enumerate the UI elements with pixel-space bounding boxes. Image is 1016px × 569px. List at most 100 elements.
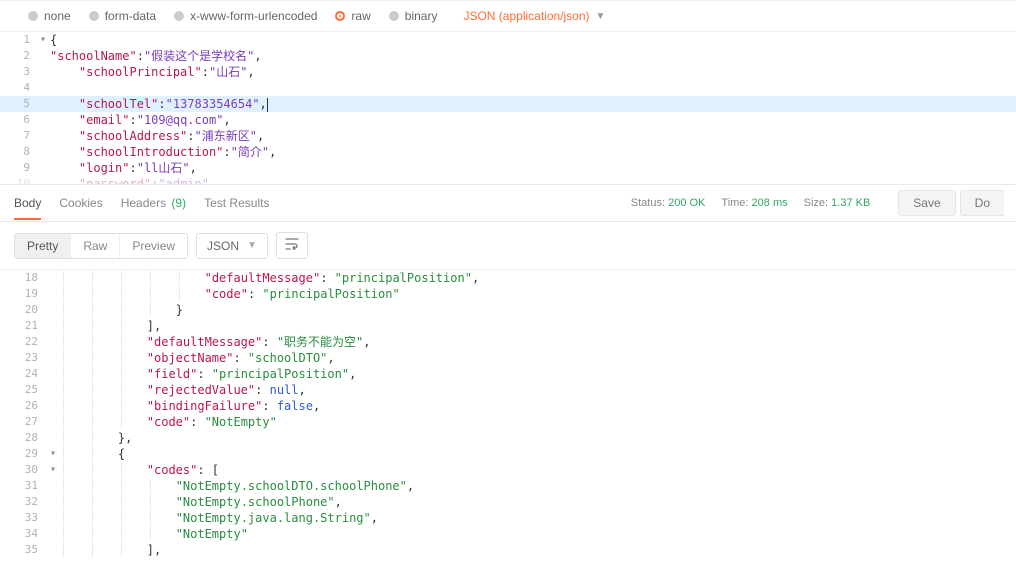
editor-line[interactable]: 29▾│ │ { bbox=[0, 446, 1016, 462]
request-body-editor[interactable]: 1▾{2"schoolName":"假装这个是学校名",3 "schoolPri… bbox=[0, 32, 1016, 184]
editor-line[interactable]: 18 │ │ │ │ │ "defaultMessage": "principal… bbox=[0, 270, 1016, 286]
editor-line[interactable]: 4 bbox=[0, 80, 1016, 96]
editor-line[interactable]: 23 │ │ │ "objectName": "schoolDTO", bbox=[0, 350, 1016, 366]
fold-icon[interactable]: ▾ bbox=[50, 462, 60, 478]
code-content: │ │ │ "objectName": "schoolDTO", bbox=[60, 350, 335, 366]
radio-label: binary bbox=[405, 9, 438, 23]
code-content: │ │ │ │ "NotEmpty.java.lang.String", bbox=[60, 510, 378, 526]
headers-count: (9) bbox=[171, 196, 186, 210]
response-toolbar: Pretty Raw Preview JSON ▼ bbox=[0, 222, 1016, 269]
editor-line[interactable]: 8 "schoolIntroduction":"简介", bbox=[0, 144, 1016, 160]
radio-dot-icon bbox=[335, 11, 345, 21]
line-number: 34 bbox=[0, 526, 50, 542]
editor-line[interactable]: 30▾│ │ │ "codes": [ bbox=[0, 462, 1016, 478]
radio-dot-icon bbox=[89, 11, 99, 21]
line-number: 10 bbox=[0, 176, 40, 184]
time-label: Time: bbox=[721, 197, 748, 209]
code-content: { bbox=[50, 32, 57, 48]
editor-line[interactable]: 32│ │ │ │ "NotEmpty.schoolPhone", bbox=[0, 494, 1016, 510]
tab-headers-label: Headers bbox=[121, 196, 166, 210]
response-body-viewer[interactable]: 18 │ │ │ │ │ "defaultMessage": "principal… bbox=[0, 269, 1016, 558]
content-type-dropdown[interactable]: JSON (application/json) ▼ bbox=[463, 9, 605, 23]
wrap-lines-button[interactable] bbox=[276, 232, 308, 259]
fold-icon[interactable]: ▾ bbox=[40, 32, 50, 48]
editor-line[interactable]: 20│ │ │ │ } bbox=[0, 302, 1016, 318]
line-number: 21 bbox=[0, 318, 50, 334]
code-content: "schoolPrincipal":"山石", bbox=[50, 64, 255, 80]
editor-line[interactable]: 27│ │ │ "code": "NotEmpty" bbox=[0, 414, 1016, 430]
status-value: 200 OK bbox=[668, 197, 705, 209]
tab-test-results[interactable]: Test Results bbox=[204, 186, 269, 220]
code-content: │ │ │ "defaultMessage": "职务不能为空", bbox=[60, 334, 371, 350]
editor-line[interactable]: 7 "schoolAddress":"浦东新区", bbox=[0, 128, 1016, 144]
code-content: │ │ { bbox=[60, 446, 125, 462]
line-number: 23 bbox=[0, 350, 50, 366]
download-response-button[interactable]: Do bbox=[960, 190, 1004, 216]
editor-line[interactable]: 3 "schoolPrincipal":"山石", bbox=[0, 64, 1016, 80]
code-content: │ │ │ "codes": [ bbox=[60, 462, 219, 478]
editor-line[interactable]: 34 │ │ │ │ "NotEmpty" bbox=[0, 526, 1016, 542]
tab-cookies[interactable]: Cookies bbox=[59, 186, 102, 220]
radio-label: form-data bbox=[105, 9, 156, 23]
body-type-urlencoded[interactable]: x-www-form-urlencoded bbox=[174, 9, 317, 23]
code-content: │ │ │ "bindingFailure": false, bbox=[60, 398, 320, 414]
line-number: 4 bbox=[0, 80, 40, 96]
body-type-raw[interactable]: raw bbox=[335, 9, 370, 23]
editor-line[interactable]: 26 │ │ │ "bindingFailure": false, bbox=[0, 398, 1016, 414]
editor-line[interactable]: 9 "login":"ll山石", bbox=[0, 160, 1016, 176]
line-number: 25 bbox=[0, 382, 50, 398]
body-type-binary[interactable]: binary bbox=[389, 9, 438, 23]
line-number: 26 bbox=[0, 398, 50, 414]
code-content: │ │ │ │ │ "defaultMessage": "principalPo… bbox=[60, 270, 479, 286]
view-preview[interactable]: Preview bbox=[120, 234, 187, 258]
code-content: │ │ │ │ } bbox=[60, 302, 183, 318]
line-number: 2 bbox=[0, 48, 40, 64]
code-content: │ │ │ ], bbox=[60, 318, 161, 334]
editor-line[interactable]: 21 │ │ │ ], bbox=[0, 318, 1016, 334]
response-view-mode: Pretty Raw Preview bbox=[14, 233, 188, 259]
time-field: Time: 208 ms bbox=[721, 197, 787, 209]
editor-line[interactable]: 35│ │ │ ], bbox=[0, 542, 1016, 558]
body-type-form-data[interactable]: form-data bbox=[89, 9, 156, 23]
line-number: 9 bbox=[0, 160, 40, 176]
editor-line[interactable]: 6 "email":"109@qq.com", bbox=[0, 112, 1016, 128]
code-content: │ │ }, bbox=[60, 430, 132, 446]
editor-line[interactable]: 28│ │ }, bbox=[0, 430, 1016, 446]
tab-headers[interactable]: Headers (9) bbox=[121, 186, 186, 220]
editor-line[interactable]: 22│ │ │ "defaultMessage": "职务不能为空", bbox=[0, 334, 1016, 350]
line-number: 18 bbox=[0, 270, 50, 286]
save-response-button[interactable]: Save bbox=[898, 190, 955, 216]
line-number: 32 bbox=[0, 494, 50, 510]
line-number: 3 bbox=[0, 64, 40, 80]
response-header-bar: Body Cookies Headers (9) Test Results St… bbox=[0, 184, 1016, 222]
request-body-type-bar: none form-data x-www-form-urlencoded raw… bbox=[0, 0, 1016, 32]
radio-label: none bbox=[44, 9, 71, 23]
view-raw[interactable]: Raw bbox=[71, 234, 120, 258]
format-label: JSON bbox=[207, 239, 239, 253]
view-pretty[interactable]: Pretty bbox=[15, 234, 71, 258]
code-content: │ │ │ │ "NotEmpty" bbox=[60, 526, 248, 542]
response-format-dropdown[interactable]: JSON ▼ bbox=[196, 233, 268, 259]
editor-line[interactable]: 24│ │ │ "field": "principalPosition", bbox=[0, 366, 1016, 382]
code-content: │ │ │ │ "NotEmpty.schoolDTO.schoolPhone"… bbox=[60, 478, 414, 494]
editor-line[interactable]: 33│ │ │ │ "NotEmpty.java.lang.String", bbox=[0, 510, 1016, 526]
fold-icon[interactable]: ▾ bbox=[50, 446, 60, 462]
radio-label: x-www-form-urlencoded bbox=[190, 9, 317, 23]
body-type-none[interactable]: none bbox=[28, 9, 71, 23]
editor-line[interactable]: 19│ │ │ │ │ "code": "principalPosition" bbox=[0, 286, 1016, 302]
wrap-lines-icon bbox=[285, 238, 299, 250]
tab-body[interactable]: Body bbox=[14, 186, 41, 220]
content-type-label: JSON (application/json) bbox=[463, 9, 589, 23]
code-content: │ │ │ "code": "NotEmpty" bbox=[60, 414, 277, 430]
editor-line[interactable]: 5 "schoolTel":"13783354654", bbox=[0, 96, 1016, 112]
radio-dot-icon bbox=[28, 11, 38, 21]
editor-line[interactable]: 25│ │ │ "rejectedValue": null, bbox=[0, 382, 1016, 398]
size-label: Size: bbox=[804, 197, 828, 209]
editor-line[interactable]: 10 "password":"admin" bbox=[0, 176, 1016, 184]
code-content: "schoolTel":"13783354654", bbox=[50, 96, 268, 112]
response-status-area: Status: 200 OK Time: 208 ms Size: 1.37 K… bbox=[631, 190, 1016, 216]
editor-line[interactable]: 31│ │ │ │ "NotEmpty.schoolDTO.schoolPhon… bbox=[0, 478, 1016, 494]
editor-line[interactable]: 2"schoolName":"假装这个是学校名", bbox=[0, 48, 1016, 64]
line-number: 24 bbox=[0, 366, 50, 382]
editor-line[interactable]: 1▾{ bbox=[0, 32, 1016, 48]
